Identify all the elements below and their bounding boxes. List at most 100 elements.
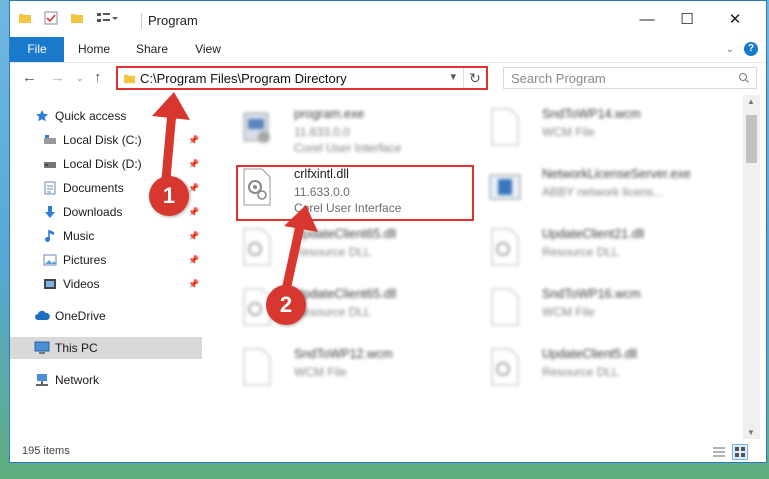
sidebar-item-label: Videos <box>63 277 100 291</box>
file-name: UpdateClient5.dll <box>542 347 638 361</box>
scroll-up-icon[interactable]: ▲ <box>747 97 755 106</box>
file-name: SndToWP14.wcm <box>542 107 641 121</box>
music-icon <box>42 228 58 244</box>
properties-check-icon[interactable] <box>44 11 58 28</box>
file-name: NetworkLicenseServer.exe <box>542 167 691 181</box>
highlight-box-file <box>236 165 474 221</box>
sidebar-item-label: OneDrive <box>55 309 106 323</box>
file-detail: WCM File <box>542 305 595 319</box>
computer-icon <box>34 340 50 356</box>
network-icon <box>34 372 50 388</box>
sidebar-item-label: This PC <box>55 341 98 355</box>
maximize-button[interactable]: ☐ <box>664 5 710 33</box>
sidebar-item-label: Local Disk (D:) <box>63 157 142 171</box>
drive-icon <box>42 132 58 148</box>
tab-share[interactable]: Share <box>134 37 170 62</box>
pictures-icon <box>42 252 58 268</box>
sidebar-item-label: Pictures <box>63 253 107 267</box>
sidebar-item-label: Local Disk (C:) <box>63 133 142 147</box>
expand-ribbon-chevron-icon[interactable]: ⌄ <box>726 44 734 55</box>
document-icon <box>240 347 278 389</box>
file-name: SndToWP16.wcm <box>542 287 641 301</box>
sidebar-item-videos[interactable]: Videos 📌 <box>10 273 202 295</box>
file-detail: Resource DLL <box>542 365 619 379</box>
file-description: Corel User Interface <box>294 141 402 155</box>
new-folder-icon[interactable] <box>70 11 84 28</box>
file-name: SndToWP12.wcm <box>294 347 393 361</box>
document-icon <box>488 107 526 149</box>
details-view-icon[interactable] <box>712 446 726 461</box>
pin-icon: 📌 <box>188 278 200 289</box>
sidebar-item-onedrive[interactable]: OneDrive <box>10 305 202 327</box>
sidebar-item-label: Downloads <box>63 205 123 219</box>
search-icon <box>738 72 750 87</box>
recent-locations-chevron-icon[interactable]: ⌄ <box>76 73 84 84</box>
close-button[interactable]: ✕ <box>712 5 758 33</box>
scrollbar-thumb[interactable] <box>746 115 757 163</box>
documents-icon <box>42 180 58 196</box>
sidebar-item-label: Quick access <box>55 109 127 123</box>
customize-toolbar-icon[interactable] <box>96 11 118 28</box>
file-detail: ABBY network licens... <box>542 185 664 199</box>
search-box[interactable]: Search Program <box>503 67 757 89</box>
vertical-scrollbar[interactable]: ▲ ▼ <box>743 95 760 439</box>
tab-view[interactable]: View <box>192 37 224 62</box>
tab-file[interactable]: File <box>10 37 64 62</box>
file-item[interactable]: SndToWP12.wcm WCM File <box>230 341 450 393</box>
up-arrow-icon[interactable]: ↑ <box>94 69 102 86</box>
sidebar-item-music[interactable]: Music 📌 <box>10 225 202 247</box>
address-dropdown-chevron-icon[interactable]: ▾ <box>450 70 456 83</box>
videos-icon <box>42 276 58 292</box>
address-bar[interactable]: C:\Program Files\Program Directory ▾ ↻ <box>116 66 488 90</box>
file-list: program.exe 11.633.0.0 Corel User Interf… <box>206 95 742 439</box>
file-item[interactable]: UpdateClient5.dll Resource DLL <box>478 341 698 393</box>
file-item[interactable]: UpdateClient65.dll Resource DLL <box>230 221 450 273</box>
file-detail: 11.633.0.0 <box>294 125 350 139</box>
sidebar-item-network[interactable]: Network <box>10 369 202 391</box>
tiles-view-icon[interactable] <box>732 444 748 460</box>
star-icon <box>34 108 50 124</box>
navigation-pane: Quick access Local Disk (C:) 📌 Local Dis… <box>10 95 206 439</box>
step-2-badge: 2 <box>266 285 306 325</box>
tab-home[interactable]: Home <box>76 37 112 62</box>
pin-icon: 📌 <box>188 254 200 265</box>
file-item[interactable]: UpdateClient21.dll Resource DLL <box>478 221 698 273</box>
sidebar-item-pictures[interactable]: Pictures 📌 <box>10 249 202 271</box>
sidebar-item-quick-access[interactable]: Quick access <box>10 105 202 127</box>
back-arrow-icon[interactable]: ← <box>22 69 37 86</box>
help-icon[interactable]: ? <box>744 42 758 56</box>
file-explorer-window: Program — ☐ ✕ File Home Share View ⌄ ? ←… <box>9 0 767 463</box>
sidebar-item-local-disk-d[interactable]: Local Disk (D:) 📌 <box>10 153 202 175</box>
refresh-icon[interactable]: ↻ <box>463 68 486 88</box>
forward-arrow-icon[interactable]: → <box>50 69 65 86</box>
file-detail: Resource DLL <box>294 245 371 259</box>
file-detail: WCM File <box>294 365 347 379</box>
address-folder-icon <box>123 72 136 88</box>
pin-icon: 📌 <box>188 206 200 217</box>
file-item[interactable]: SndToWP16.wcm WCM File <box>478 281 698 333</box>
ribbon-right-controls: ⌄ ? <box>726 42 758 56</box>
step-1-badge: 1 <box>149 176 189 216</box>
search-input[interactable]: Search Program <box>511 71 606 86</box>
file-item[interactable]: program.exe 11.633.0.0 Corel User Interf… <box>230 101 450 155</box>
download-icon <box>42 204 58 220</box>
file-item[interactable]: NetworkLicenseServer.exe ABBY network li… <box>478 161 698 213</box>
scroll-down-icon[interactable]: ▼ <box>747 428 755 437</box>
folder-icon[interactable] <box>18 11 32 28</box>
pin-icon: 📌 <box>188 230 200 241</box>
dll-gear-icon <box>488 227 526 269</box>
sidebar-item-local-disk-c[interactable]: Local Disk (C:) 📌 <box>10 129 202 151</box>
title-bar: Program — ☐ ✕ <box>10 1 766 37</box>
exe-icon <box>240 107 278 149</box>
file-detail: Resource DLL <box>542 245 619 259</box>
cloud-icon <box>34 308 50 324</box>
file-item[interactable]: SndToWP14.wcm WCM File <box>478 101 698 153</box>
title-separator <box>141 13 142 29</box>
sidebar-item-this-pc[interactable]: This PC <box>10 337 202 359</box>
file-item[interactable]: UpdateClient65.dll Resource DLL <box>230 281 450 333</box>
item-count: 195 items <box>22 445 70 457</box>
dll-gear-icon <box>240 227 278 269</box>
address-path[interactable]: C:\Program Files\Program Directory <box>140 71 347 86</box>
sidebar-item-label: Music <box>63 229 95 243</box>
file-name: program.exe <box>294 107 365 121</box>
